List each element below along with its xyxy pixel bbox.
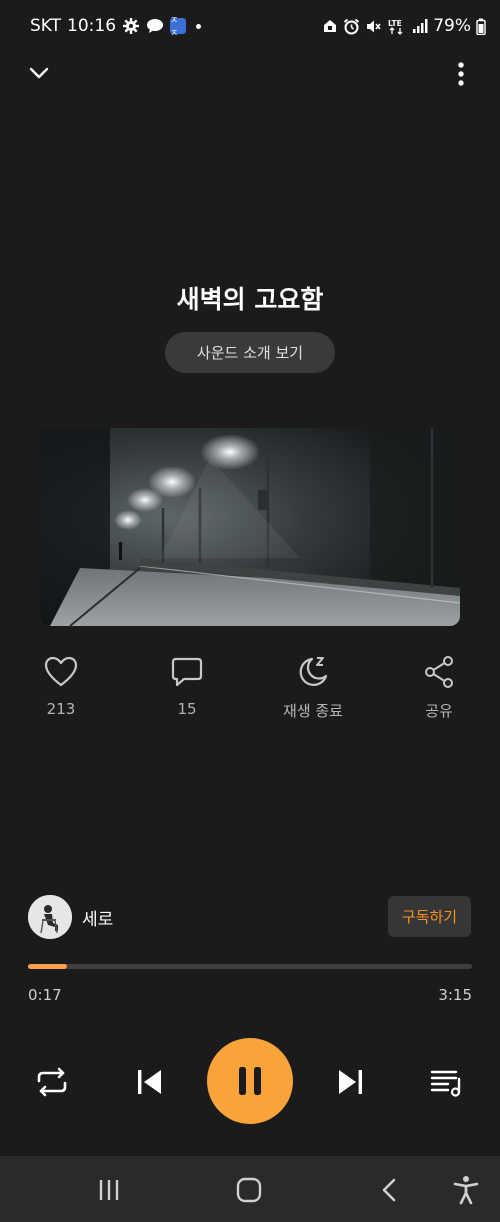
clock-label: 10:16: [67, 16, 117, 36]
share-button[interactable]: 공유: [384, 652, 494, 721]
home-lock-icon: [322, 18, 338, 34]
elapsed-time: 0:17: [28, 986, 62, 1004]
notification-dot-icon: [196, 23, 202, 29]
sleep-timer-icon: [299, 657, 328, 686]
playlist-icon: [430, 1070, 461, 1097]
sleep-timer-button[interactable]: 재생 종료: [258, 652, 368, 721]
sleep-timer-label: 재생 종료: [283, 702, 343, 720]
artist-name[interactable]: 세로: [82, 905, 113, 930]
home-icon: [236, 1177, 262, 1203]
pause-icon: [239, 1067, 261, 1095]
foggy-street-night-image: [40, 428, 460, 626]
playlist-button[interactable]: [424, 1060, 468, 1104]
sound-intro-button[interactable]: 사운드 소개 보기: [165, 332, 335, 373]
settings-gear-icon: [122, 17, 140, 35]
track-title: 새벽의 고요함: [176, 285, 324, 314]
battery-icon: [476, 18, 486, 35]
progress-slider[interactable]: [28, 964, 472, 969]
progress-fill: [28, 964, 67, 969]
like-count: 213: [46, 700, 76, 718]
repeat-button[interactable]: [30, 1060, 74, 1104]
previous-track-button[interactable]: [128, 1060, 172, 1104]
svg-text:LTE: LTE: [388, 19, 402, 28]
carrier-label: SKT: [30, 16, 62, 36]
subscribe-button[interactable]: 구독하기: [388, 896, 471, 937]
track-artwork: [40, 428, 460, 626]
mute-icon: [365, 18, 382, 35]
comment-button[interactable]: 15: [132, 652, 242, 718]
share-label: 공유: [425, 702, 453, 720]
chat-bubble-icon: [146, 18, 164, 34]
share-icon: [425, 656, 453, 688]
pause-button[interactable]: [207, 1038, 293, 1124]
home-button[interactable]: [231, 1172, 267, 1208]
status-right: LTE 79%: [322, 16, 486, 36]
next-track-button[interactable]: [328, 1060, 372, 1104]
comment-icon: [171, 657, 203, 687]
back-button[interactable]: [371, 1172, 407, 1208]
recent-apps-button[interactable]: [91, 1172, 127, 1208]
signal-icon: [412, 18, 428, 34]
repeat-icon: [37, 1067, 67, 1097]
status-bar: SKT 10:16 ㅈㅈ LTE 79%: [0, 0, 500, 54]
system-navbar: [0, 1156, 500, 1222]
accessibility-icon: [453, 1176, 479, 1205]
status-left: SKT 10:16 ㅈㅈ: [30, 16, 202, 39]
skip-previous-icon: [138, 1070, 161, 1094]
artist-row[interactable]: 세로: [28, 894, 113, 940]
alarm-icon: [343, 18, 360, 35]
lte-icon: LTE: [387, 18, 407, 35]
like-button[interactable]: 213: [6, 652, 116, 718]
avatar[interactable]: [28, 895, 72, 939]
back-icon: [382, 1178, 396, 1202]
chevron-down-icon: [29, 67, 49, 79]
more-options-button[interactable]: [441, 54, 481, 94]
heart-icon: [44, 656, 78, 687]
total-duration: 3:15: [438, 986, 472, 1004]
comment-count: 15: [177, 700, 197, 718]
app-badge-icon: ㅈㅈ: [170, 16, 187, 39]
artist-avatar-image: [28, 895, 72, 939]
battery-percent: 79%: [433, 16, 471, 36]
more-vertical-icon: [458, 62, 464, 86]
skip-next-icon: [339, 1070, 362, 1094]
accessibility-button[interactable]: [448, 1172, 484, 1208]
recent-apps-icon: [99, 1180, 119, 1200]
collapse-button[interactable]: [19, 53, 59, 93]
